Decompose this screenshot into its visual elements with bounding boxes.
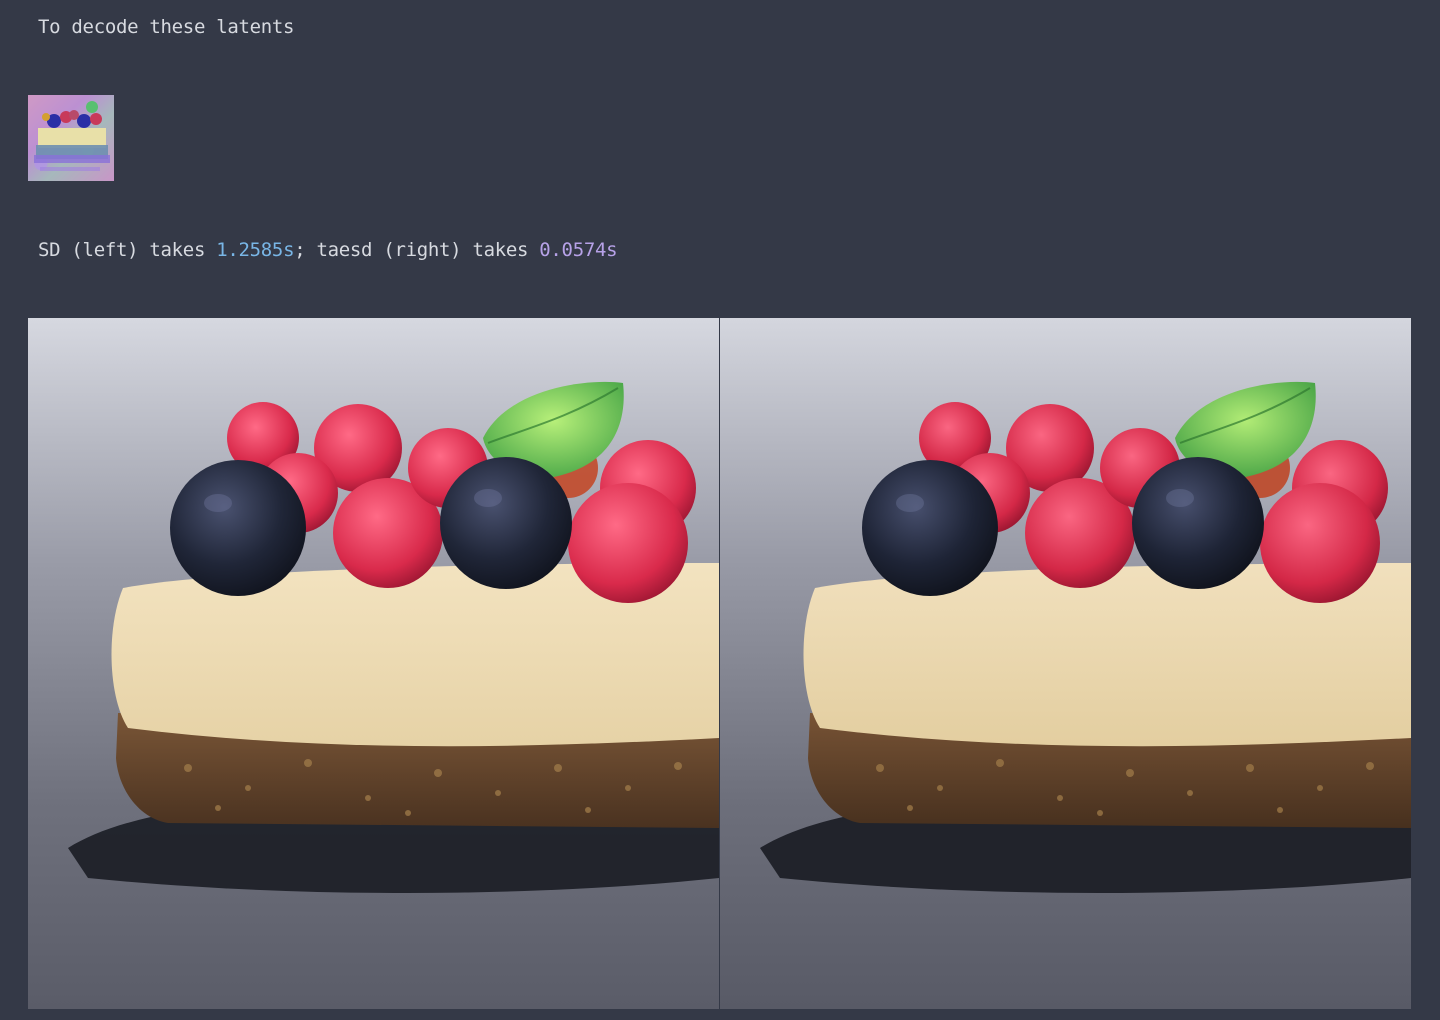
latent-thumbnail-image (28, 95, 114, 181)
timing-prefix: SD (left) takes (38, 239, 217, 261)
comparison-images (28, 318, 1411, 1009)
taesd-time-value: 0.0574s (539, 239, 618, 261)
sd-decoded-image (28, 318, 719, 1009)
taesd-decoded-image (720, 318, 1411, 1009)
timing-text: SD (left) takes 1.2585s; taesd (right) t… (38, 238, 618, 262)
timing-middle: ; taesd (right) takes (294, 239, 540, 261)
sd-time-value: 1.2585s (216, 239, 295, 261)
intro-text: To decode these latents (38, 16, 295, 38)
